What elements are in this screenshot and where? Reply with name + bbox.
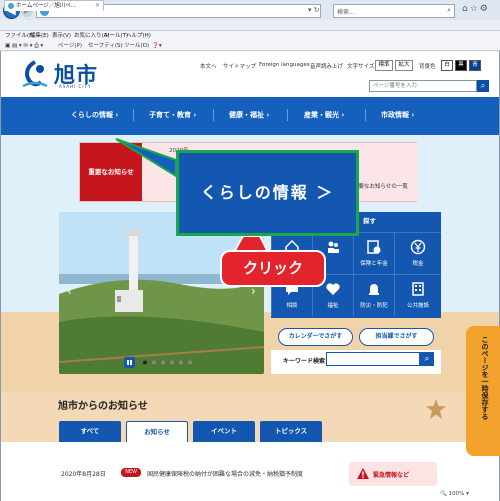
nav-zoom-callout-label: くらしの情報 ＞ [200, 183, 335, 202]
zoom-value: 100% [448, 491, 465, 497]
zoom-level[interactable]: 🔍 100% ▾ [440, 489, 498, 500]
click-instruction-bubble: クリック [220, 250, 326, 287]
